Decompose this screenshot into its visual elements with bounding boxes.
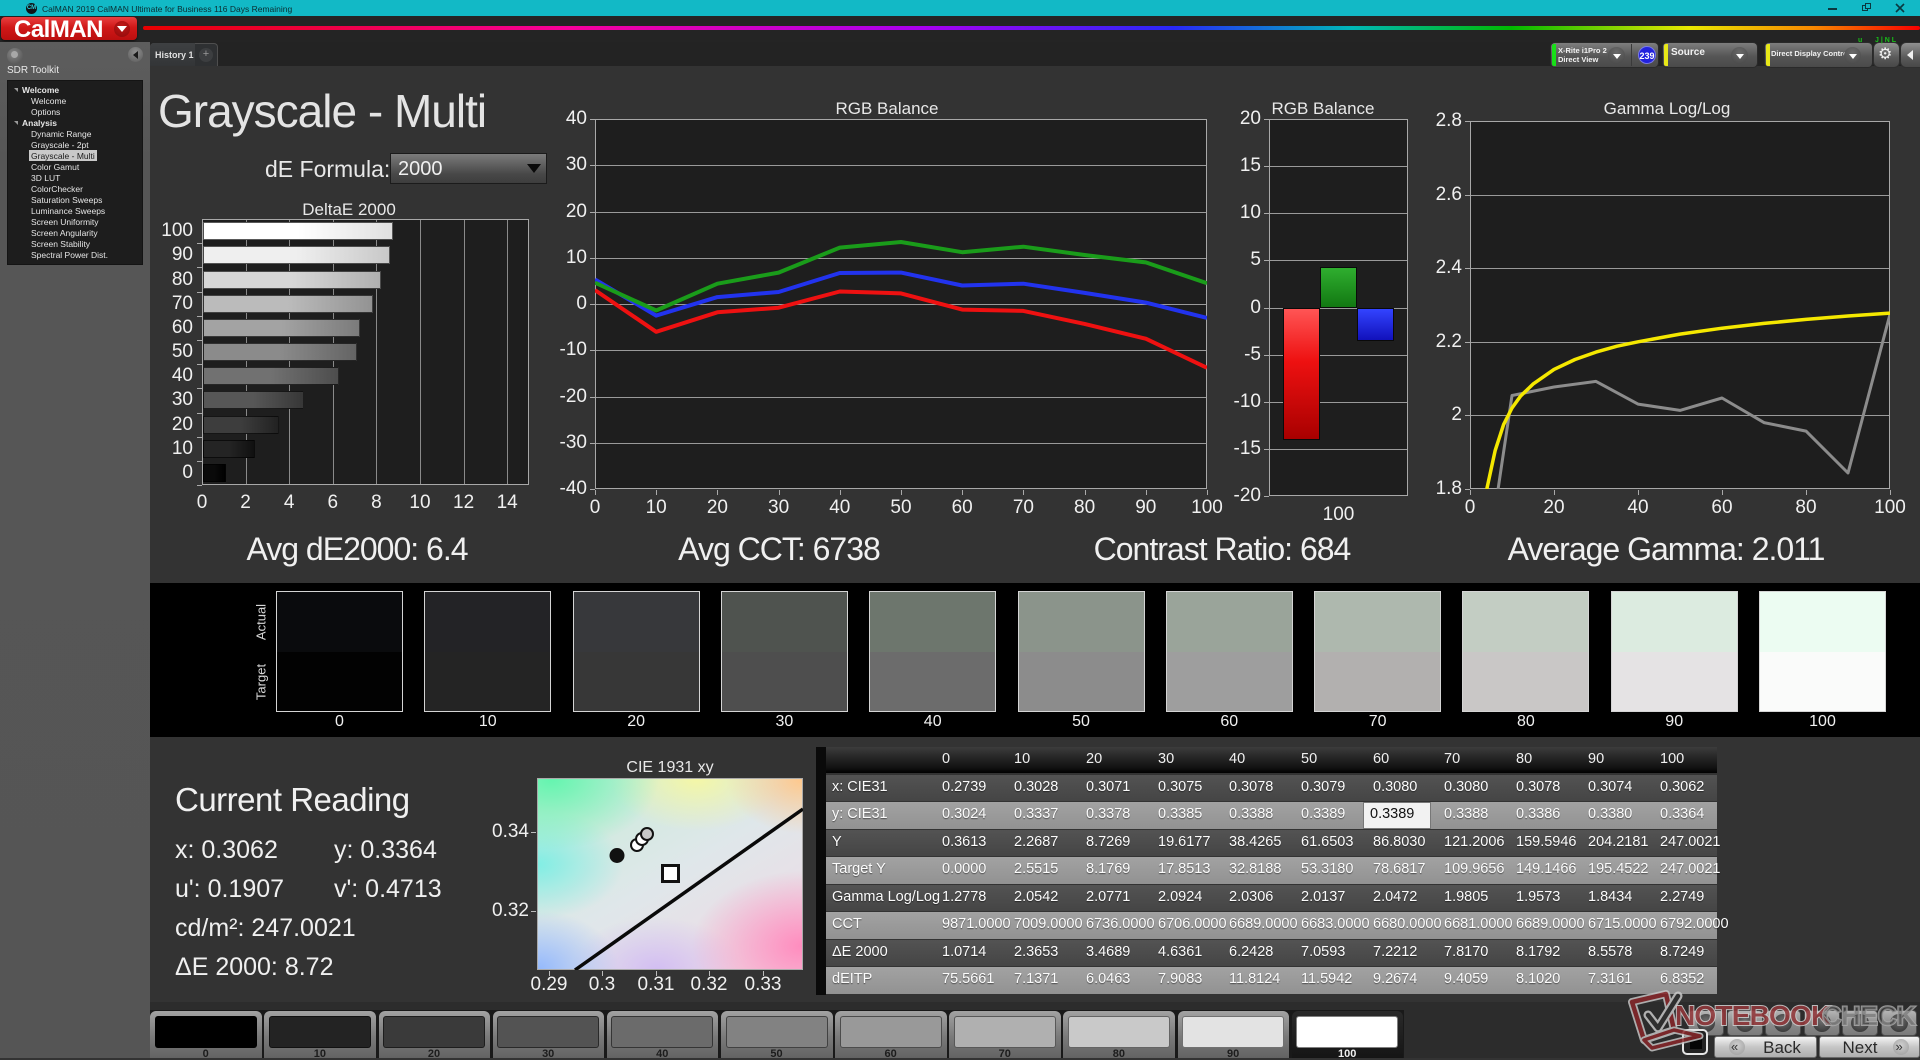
svg-text:NOTEBOOK: NOTEBOOK <box>1675 1000 1831 1031</box>
svg-text:CHECK: CHECK <box>1822 1001 1917 1031</box>
